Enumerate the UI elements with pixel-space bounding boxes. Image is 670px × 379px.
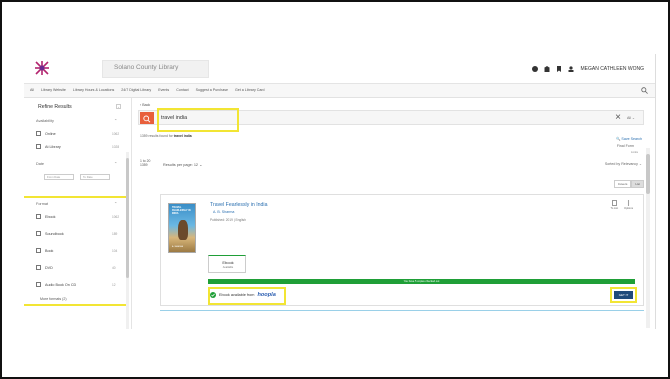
results-per-page-select[interactable]: Results per page: 12 ⌄ xyxy=(163,162,202,167)
result-range: 1 to 20 1359 xyxy=(140,159,150,168)
checkout-status-text: You have 5 copies checked out xyxy=(403,279,440,283)
availability-online-option[interactable]: Online xyxy=(36,131,56,136)
library-building-icon[interactable] xyxy=(544,66,551,72)
refine-results-title: Refine Results xyxy=(38,104,72,110)
site-name: Solano County Library xyxy=(114,64,179,71)
help-icon[interactable] xyxy=(532,66,539,72)
card-actions: To List Options xyxy=(611,200,633,210)
nav-item-digital-library[interactable]: 24/7 Digital Library xyxy=(121,88,151,92)
format-tab-ebook[interactable]: Ebook Available xyxy=(208,255,246,273)
availability-library-option[interactable]: At Library xyxy=(36,144,61,149)
checkbox[interactable] xyxy=(36,131,41,136)
list-add-icon xyxy=(611,200,617,206)
result-publication-info: Published: 2019 | English xyxy=(210,218,246,222)
cover-title: TRAVEL FEARLESSLY IN INDIA xyxy=(172,206,191,215)
browser-screen: Solano County Library MEGAN CATHLEEN WON… xyxy=(24,54,656,329)
to-date-input[interactable]: To Date xyxy=(80,174,110,180)
results-scrollbar-thumb[interactable] xyxy=(646,154,650,194)
cover-bird-image xyxy=(178,220,188,240)
collapse-sidebar-button[interactable]: ‹ xyxy=(116,104,121,109)
option-count: 1062 xyxy=(112,132,120,136)
date-title: Date xyxy=(36,162,45,166)
back-label: Back xyxy=(142,103,151,107)
chevron-up-icon[interactable]: ⌃ xyxy=(114,161,117,166)
availability-highlight xyxy=(208,287,286,305)
options-button[interactable]: Options xyxy=(624,200,633,210)
view-toggle: Covers List xyxy=(613,180,644,188)
site-header: Solano County Library MEGAN CATHLEEN WON… xyxy=(24,54,655,84)
list-view-button[interactable]: List xyxy=(631,180,644,188)
option-label: Online xyxy=(45,131,56,136)
per-page-label: Results per page: 12 xyxy=(163,163,199,167)
sidebar-scrollbar-thumb[interactable] xyxy=(126,158,129,278)
nav-item-hours-locations[interactable]: Library Hours & Locations xyxy=(73,88,114,92)
search-button[interactable] xyxy=(140,112,154,124)
nav-item-suggest-purchase[interactable]: Suggest a Purchase xyxy=(196,88,228,92)
final-results-sub[interactable]: Links xyxy=(631,150,638,154)
save-search-link[interactable]: 🔍 Save Search xyxy=(616,137,642,141)
covers-view-button[interactable]: Covers xyxy=(613,180,632,188)
nav-item-library-card[interactable]: Get a Library Card xyxy=(235,88,265,92)
chevron-up-icon[interactable]: ⌃ xyxy=(114,118,117,123)
search-highlight xyxy=(157,108,239,132)
nav-item-events[interactable]: Events xyxy=(158,88,169,92)
more-options-icon xyxy=(627,200,630,206)
sort-label: Sorted by Relevancy xyxy=(604,162,638,166)
back-link[interactable]: ‹ Back xyxy=(140,103,150,107)
cover-author: A. SHARMA xyxy=(172,246,184,248)
photo-frame: Solano County Library MEGAN CATHLEEN WON… xyxy=(0,0,670,379)
book-cover[interactable]: TRAVEL FEARLESSLY IN INDIA A. SHARMA xyxy=(168,203,196,253)
search-icon xyxy=(143,115,151,123)
clear-search-icon[interactable]: × xyxy=(615,112,621,124)
sort-select[interactable]: Sorted by Relevancy ⌄ xyxy=(605,162,642,166)
option-count: 1028 xyxy=(112,145,120,149)
checkbox[interactable] xyxy=(36,144,41,149)
save-search-label: Save Search xyxy=(621,137,642,141)
search-icon[interactable] xyxy=(641,87,648,94)
bookmark-icon[interactable] xyxy=(556,66,562,72)
next-result-card xyxy=(160,310,644,329)
result-card: TRAVEL FEARLESSLY IN INDIA A. SHARMA Tra… xyxy=(160,194,644,306)
options-label: Options xyxy=(624,207,633,210)
scope-label: All xyxy=(626,116,631,120)
from-date-input[interactable]: From Date xyxy=(44,174,74,180)
nav-bar: All Library Website Library Hours & Loca… xyxy=(24,84,655,98)
results-summary: 1359 results found for travel india xyxy=(140,134,192,138)
format-status: Available xyxy=(222,266,234,269)
library-logo-icon[interactable] xyxy=(34,60,50,76)
option-label: At Library xyxy=(45,144,61,149)
final-results-label: Final Form xyxy=(616,144,634,148)
results-query: travel india xyxy=(173,134,192,138)
format-highlight xyxy=(24,196,128,306)
nav-item-all[interactable]: All xyxy=(30,88,34,92)
result-title-link[interactable]: Travel Fearlessly in India xyxy=(210,202,267,208)
results-count-text: 1359 results found for xyxy=(140,134,173,138)
range-total: 1359 xyxy=(140,163,148,168)
user-name[interactable]: MEGAN CATHLEEN WONG xyxy=(580,66,644,72)
add-to-list-button[interactable]: To List xyxy=(610,200,619,210)
result-author-link[interactable]: A. B. Sharma xyxy=(213,210,234,214)
format-name: Ebook xyxy=(222,260,234,265)
availability-title: Availability xyxy=(36,119,54,123)
results-area: ‹ Back travel india × All ⌄ 1359 results… xyxy=(136,98,650,329)
nav-item-library-website[interactable]: Library Website xyxy=(41,88,66,92)
header-icons: MEGAN CATHLEEN WONG xyxy=(532,66,644,72)
checkout-status-bar: You have 5 copies checked out xyxy=(208,279,635,284)
get-it-highlight xyxy=(610,287,637,303)
user-icon[interactable] xyxy=(568,66,574,72)
search-scope-select[interactable]: All ⌄ xyxy=(627,116,635,120)
nav-item-contact[interactable]: Contact xyxy=(176,88,188,92)
refine-sidebar: Refine Results ‹ Availability ⌃ Online 1… xyxy=(24,98,132,329)
add-to-list-label: To List xyxy=(610,207,619,210)
